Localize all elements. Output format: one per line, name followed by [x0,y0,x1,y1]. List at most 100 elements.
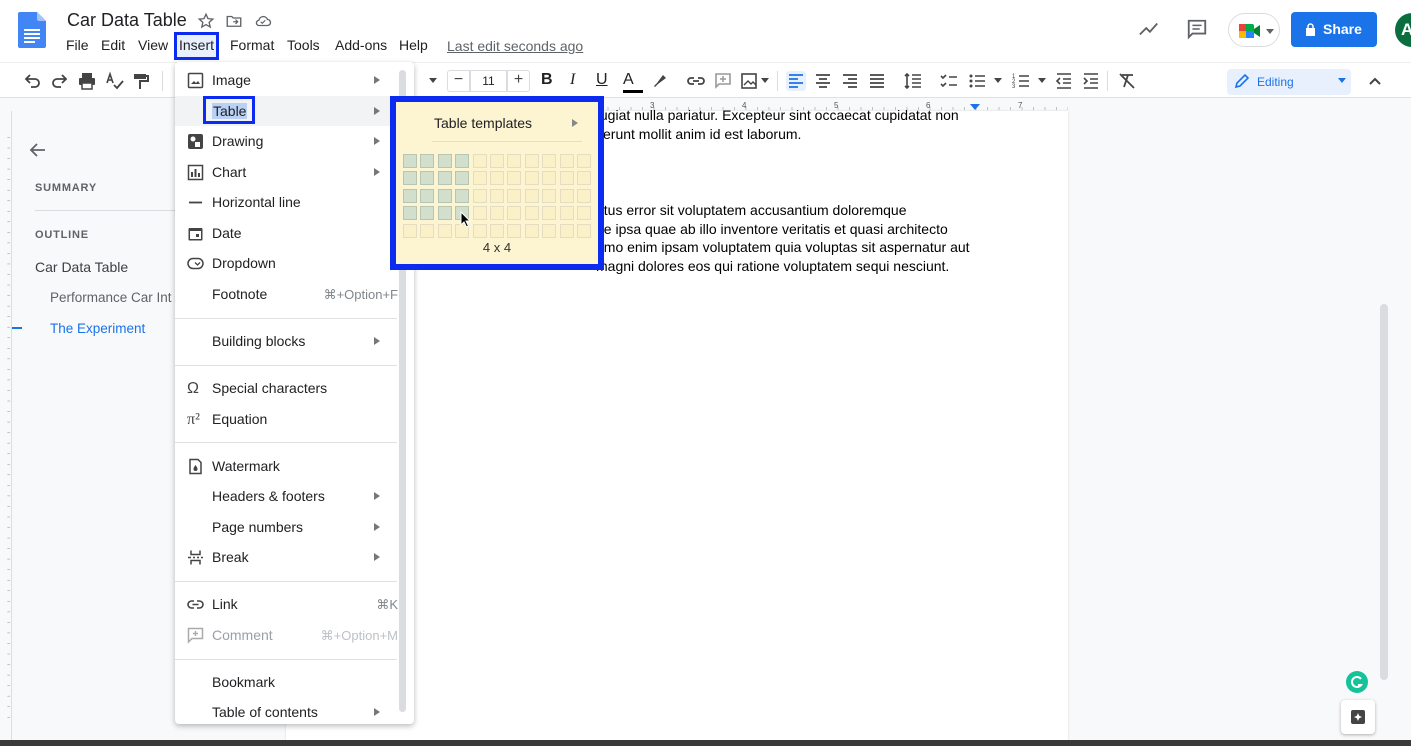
table-grid-cell[interactable] [472,154,487,168]
table-grid-cell[interactable] [559,171,574,186]
table-grid-cell[interactable] [524,206,539,221]
chevron-down-icon[interactable] [429,78,437,83]
add-comment-icon[interactable] [713,71,733,91]
undo-icon[interactable] [22,71,42,91]
align-left-icon[interactable] [786,71,806,91]
table-grid-cell[interactable] [542,188,557,203]
table-grid-cell[interactable] [420,206,435,221]
table-grid-cell[interactable] [472,223,487,238]
table-grid-cell[interactable] [437,206,452,221]
table-grid-cell[interactable] [542,206,557,221]
menu-item-horizontal-line[interactable]: Horizontal line [175,187,400,217]
table-grid-cell[interactable] [403,206,417,221]
collapse-toolbar-icon[interactable] [1365,71,1385,91]
table-grid-cell[interactable] [559,188,574,203]
table-grid-cell[interactable] [437,171,452,186]
decrease-font-size-button[interactable]: − [447,70,470,92]
menu-item-image[interactable]: Image [175,65,400,95]
bulleted-list-icon[interactable] [967,71,987,91]
editing-mode-select[interactable]: Editing [1227,69,1351,95]
decrease-indent-icon[interactable] [1054,71,1074,91]
print-icon[interactable] [77,71,97,91]
table-grid-cell[interactable] [403,223,417,238]
menu-item-equation[interactable]: π² Equation [175,404,400,434]
table-grid-cell[interactable] [577,223,591,238]
chevron-down-icon[interactable] [761,78,769,83]
outline-item-performance[interactable]: Performance Car Int [50,290,176,305]
grammarly-icon[interactable] [1346,671,1368,693]
table-grid-cell[interactable] [455,154,470,168]
clear-formatting-icon[interactable] [1117,71,1137,91]
star-icon[interactable] [197,12,215,30]
redo-icon[interactable] [50,71,70,91]
menu-item-comment[interactable]: Comment ⌘+Option+M [175,620,400,650]
menu-item-dropdown[interactable]: Dropdown [175,248,400,278]
table-grid-cell[interactable] [437,154,452,168]
align-right-icon[interactable] [840,71,860,91]
move-folder-icon[interactable] [225,12,243,30]
table-grid-cell[interactable] [437,223,452,238]
insert-image-icon[interactable] [740,71,760,91]
table-grid-cell[interactable] [507,206,522,221]
table-grid-cell[interactable] [420,154,435,168]
table-grid-cell[interactable] [455,171,470,186]
menu-tools[interactable]: Tools [284,36,323,54]
table-grid-cell[interactable] [420,223,435,238]
table-grid-cell[interactable] [542,223,557,238]
table-grid-cell[interactable] [524,188,539,203]
spellcheck-icon[interactable] [104,71,124,91]
chevron-down-icon[interactable] [994,78,1002,83]
table-grid-cell[interactable] [542,171,557,186]
table-grid-cell[interactable] [420,171,435,186]
table-grid-cell[interactable] [577,154,591,168]
underline-icon[interactable]: U [596,71,616,91]
table-grid-cell[interactable] [472,171,487,186]
table-grid-cell[interactable] [577,171,591,186]
table-grid-cell[interactable] [403,154,417,168]
right-indent-marker[interactable] [970,104,980,110]
table-grid-cell[interactable] [542,154,557,168]
table-grid-cell[interactable] [490,206,504,221]
menu-item-special-characters[interactable]: Ω Special characters [175,373,400,403]
cloud-saved-icon[interactable] [254,12,272,30]
avatar[interactable]: A [1395,13,1411,47]
meet-button[interactable] [1228,13,1280,47]
explore-button[interactable] [1341,700,1375,734]
table-grid-cell[interactable] [403,188,417,203]
table-grid-cell[interactable] [420,188,435,203]
menu-view[interactable]: View [135,36,171,54]
table-grid-cell[interactable] [472,188,487,203]
table-grid-cell[interactable] [437,188,452,203]
table-templates-item[interactable]: Table templates [434,115,532,131]
table-grid-cell[interactable] [524,223,539,238]
table-grid-cell[interactable] [472,206,487,221]
menu-item-building-blocks[interactable]: Building blocks [175,326,400,356]
highlight-color-icon[interactable] [650,71,670,91]
table-grid-cell[interactable] [559,223,574,238]
table-grid-cell[interactable] [490,223,504,238]
docs-logo-icon[interactable] [18,12,46,48]
increase-font-size-button[interactable]: + [507,70,530,92]
checklist-icon[interactable] [939,71,959,91]
menu-format[interactable]: Format [227,36,277,54]
table-grid-cell[interactable] [524,171,539,186]
align-center-icon[interactable] [813,71,833,91]
table-grid-cell[interactable] [577,206,591,221]
outline-item-experiment[interactable]: The Experiment [50,321,176,336]
justify-icon[interactable] [867,71,887,91]
table-grid-cell[interactable] [507,223,522,238]
menu-addons[interactable]: Add-ons [332,36,390,54]
vertical-ruler[interactable] [0,111,12,746]
table-grid-cell[interactable] [559,206,574,221]
table-grid-cell[interactable] [455,188,470,203]
line-spacing-icon[interactable] [903,71,923,91]
menu-insert[interactable]: Insert [174,32,220,60]
menu-file[interactable]: File [63,36,92,54]
outline-item-title[interactable]: Car Data Table [35,259,128,275]
numbered-list-icon[interactable]: 123 [1011,71,1031,91]
last-edit-link[interactable]: Last edit seconds ago [447,38,583,54]
menu-item-date[interactable]: Date [175,218,400,248]
menu-edit[interactable]: Edit [98,36,128,54]
paint-format-icon[interactable] [131,71,151,91]
table-grid-cell[interactable] [577,188,591,203]
